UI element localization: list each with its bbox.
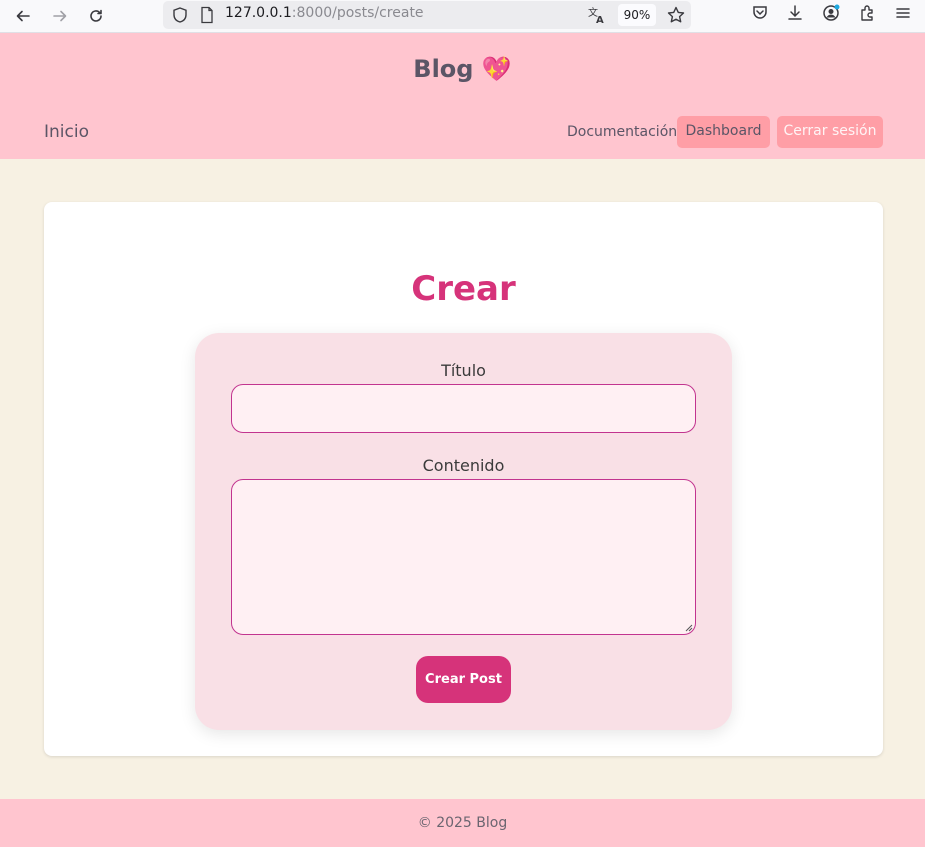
- shield-icon[interactable]: [171, 6, 189, 24]
- page-icon: [201, 6, 213, 24]
- download-icon[interactable]: [786, 4, 808, 26]
- site-header: Blog 💖 Inicio Documentación Dashboard Ce…: [0, 33, 925, 159]
- svg-text:A: A: [596, 15, 604, 25]
- site-footer: © 2025 Blog: [0, 799, 925, 847]
- zoom-level[interactable]: 90%: [618, 4, 656, 26]
- logout-button[interactable]: Cerrar sesión: [777, 116, 883, 148]
- translate-icon[interactable]: 文A: [587, 5, 607, 25]
- footer-copyright: © 2025 Blog: [417, 815, 508, 831]
- url-text[interactable]: 127.0.0.1:8000/posts/create: [225, 5, 424, 21]
- url-host: 127.0.0.1: [225, 5, 292, 21]
- url-path: :8000/posts/create: [291, 5, 424, 21]
- reload-icon[interactable]: [83, 3, 109, 29]
- title-label: Título: [441, 361, 486, 380]
- nav-link-documentacion[interactable]: Documentación: [567, 124, 677, 140]
- extensions-icon[interactable]: [858, 4, 880, 26]
- pocket-icon[interactable]: [751, 4, 773, 26]
- title-input[interactable]: [231, 384, 696, 433]
- site-brand[interactable]: Blog 💖: [0, 55, 925, 83]
- dashboard-button[interactable]: Dashboard: [677, 116, 770, 148]
- menu-icon[interactable]: [894, 4, 916, 26]
- page-title: Crear: [411, 269, 516, 309]
- content-textarea[interactable]: [231, 479, 696, 635]
- account-icon[interactable]: [822, 4, 844, 26]
- browser-toolbar: 127.0.0.1:8000/posts/create 文A 90%: [0, 0, 925, 33]
- content-card: Crear Título Contenido Crear Post: [44, 202, 883, 756]
- bookmark-star-icon[interactable]: [666, 5, 686, 25]
- content-label: Contenido: [422, 456, 505, 475]
- address-bar[interactable]: 127.0.0.1:8000/posts/create 文A 90%: [163, 1, 691, 29]
- nav-link-inicio[interactable]: Inicio: [44, 122, 89, 142]
- forward-icon[interactable]: [47, 3, 73, 29]
- back-icon[interactable]: [10, 3, 36, 29]
- resize-grip-icon[interactable]: [683, 622, 693, 632]
- create-post-button[interactable]: Crear Post: [416, 656, 511, 703]
- create-post-form: Título Contenido Crear Post: [195, 333, 732, 730]
